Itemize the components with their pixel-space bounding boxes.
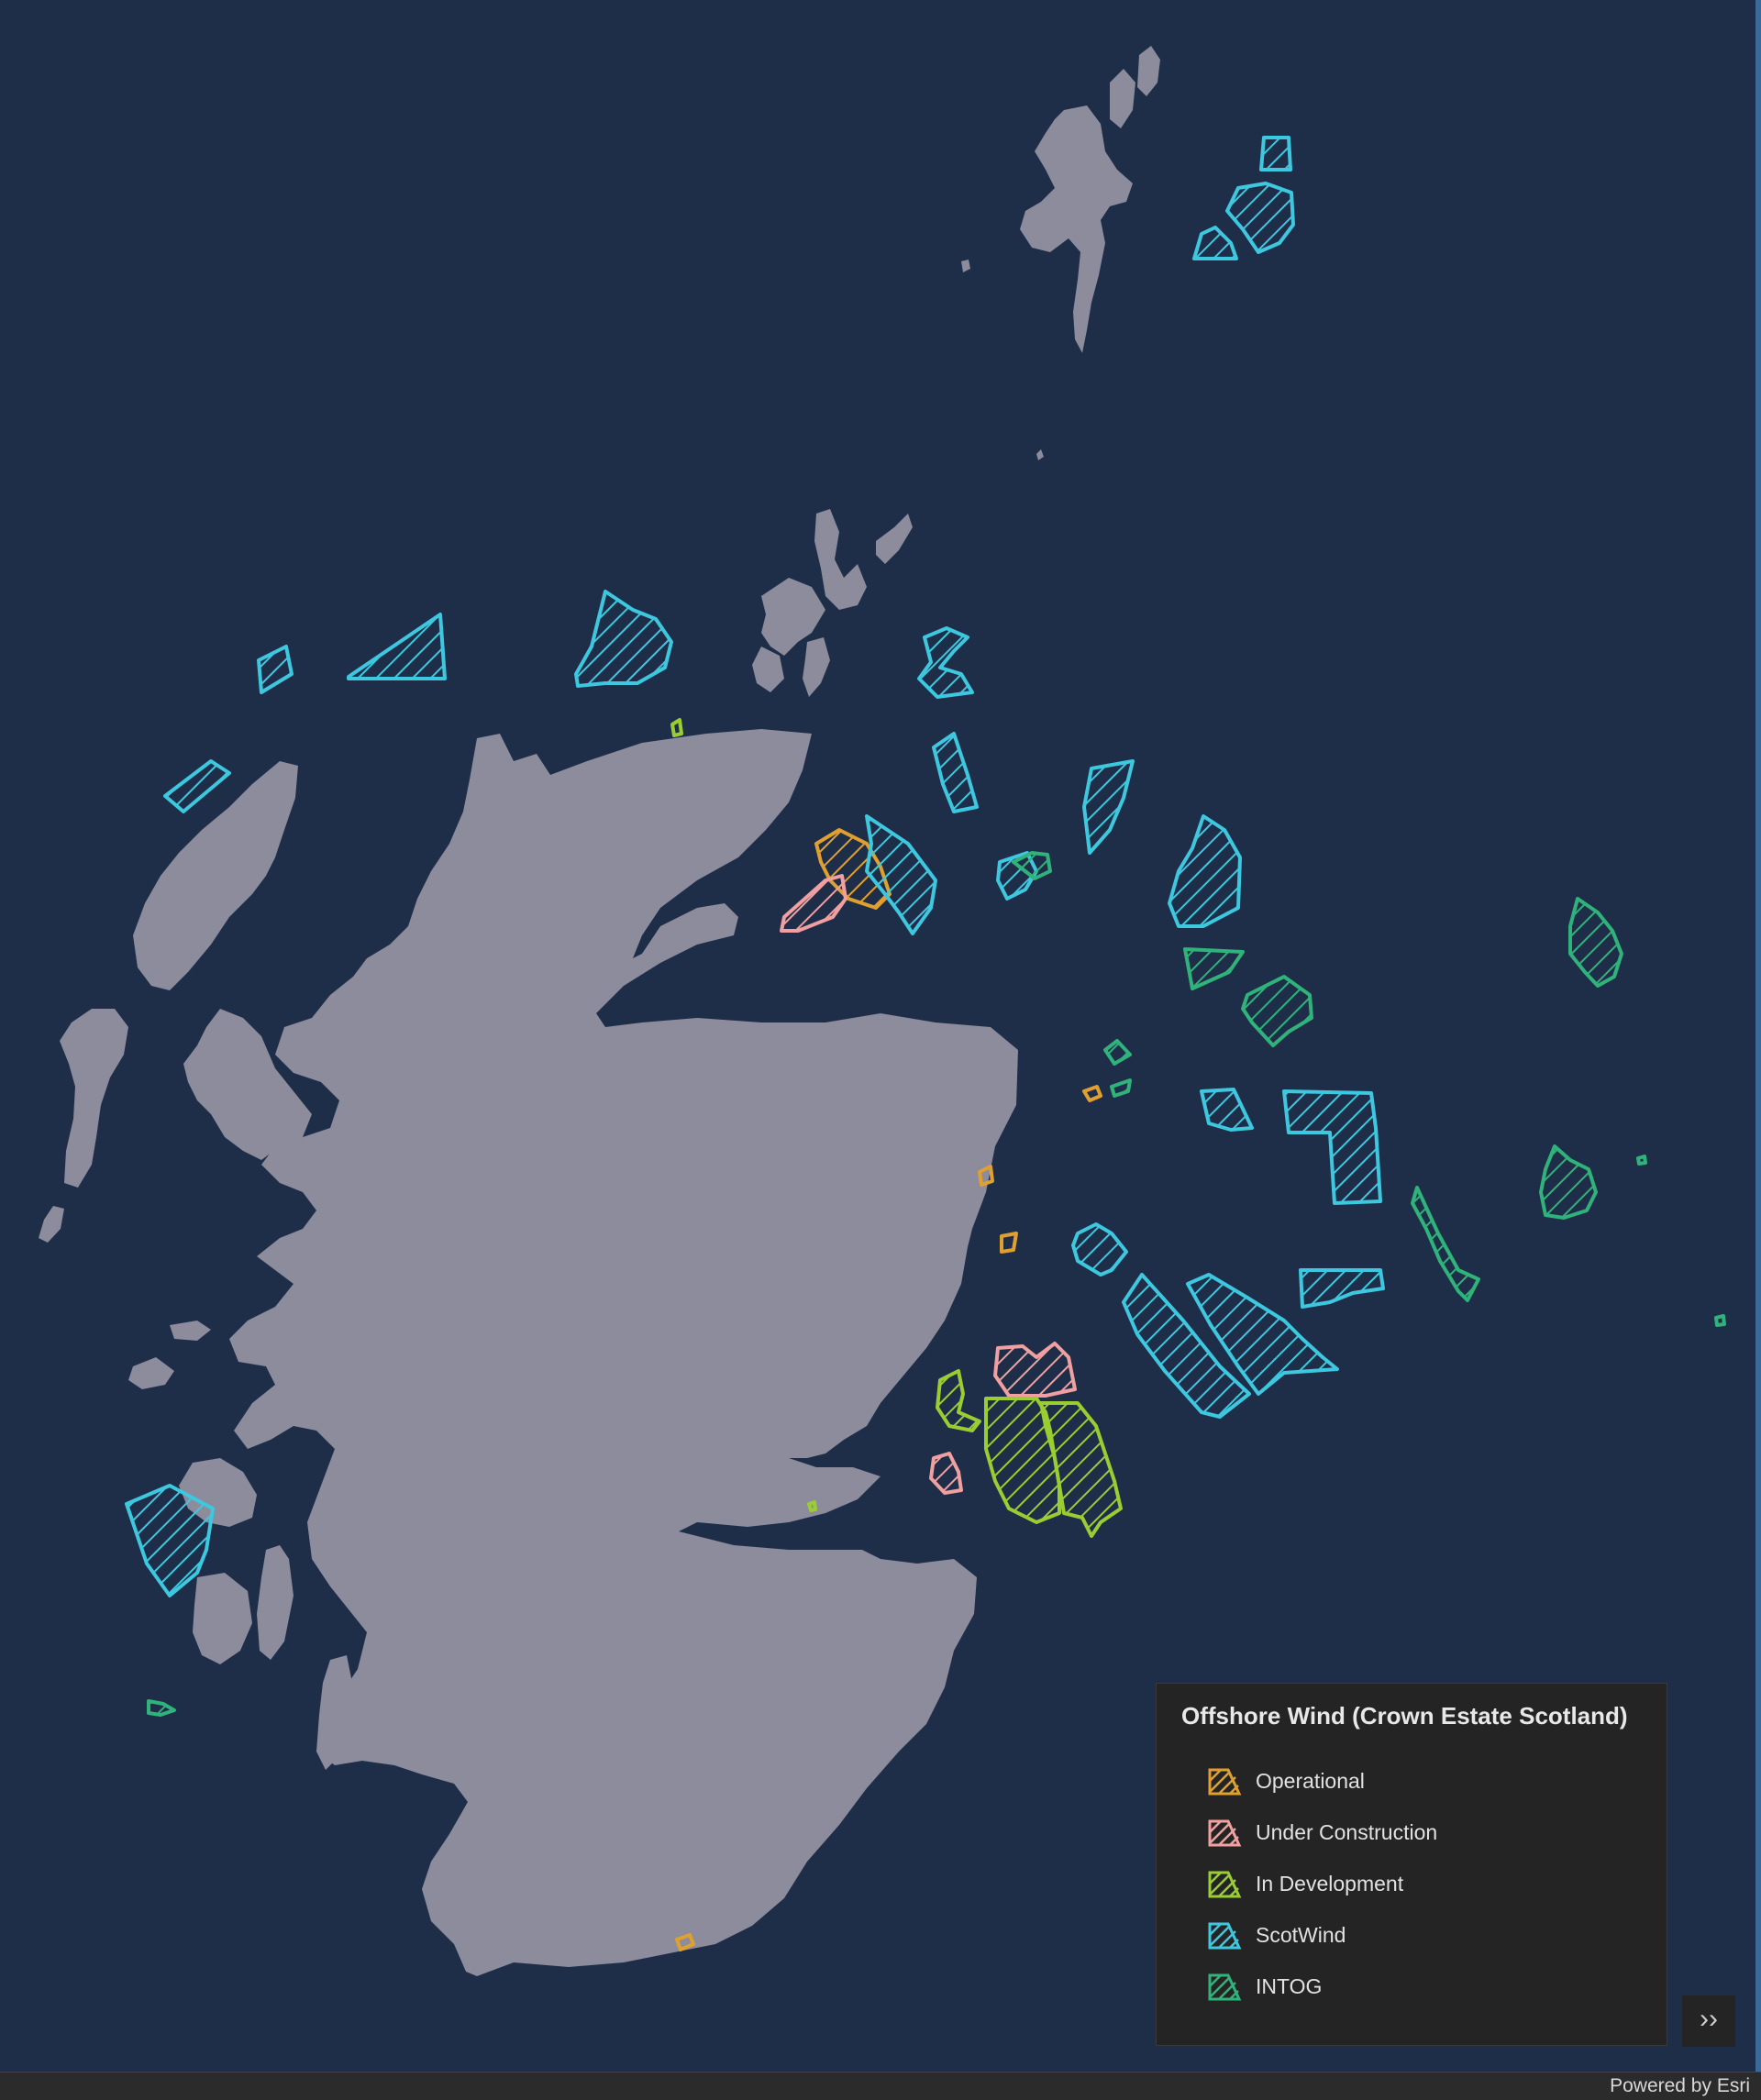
zone-operational[interactable]: [1082, 1085, 1102, 1102]
zone-scotwind[interactable]: [1168, 814, 1242, 928]
zone-scotwind[interactable]: [1299, 1268, 1385, 1309]
shetland-mainland: [1020, 105, 1133, 353]
zone-in-development[interactable]: [670, 718, 683, 737]
legend-item-under-construction: Under Construction: [1206, 1807, 1437, 1858]
legend-items: Operational Under Construction In Develo…: [1206, 1755, 1437, 2012]
unst: [1137, 46, 1160, 96]
map-edge-strip: [1755, 0, 1761, 2072]
orkney-north-isles: [814, 509, 867, 610]
in-development-swatch-icon: [1208, 1871, 1242, 1898]
legend-item-scotwind: ScotWind: [1206, 1909, 1437, 1961]
legend-label-intog: INTOG: [1256, 1973, 1323, 1998]
zone-intog[interactable]: [1183, 947, 1245, 990]
legend-label-operational: Operational: [1256, 1768, 1365, 1793]
zone-intog[interactable]: [1411, 1186, 1480, 1302]
zone-scotwind[interactable]: [1225, 182, 1295, 254]
scotwind-swatch-icon: [1208, 1922, 1242, 1950]
legend-panel: Offshore Wind (Crown Estate Scotland) Op…: [1156, 1683, 1667, 2046]
zone-scotwind[interactable]: [1259, 136, 1292, 171]
hoy: [752, 647, 784, 692]
legend-item-intog: INTOG: [1206, 1961, 1437, 2012]
fair-isle: [1036, 449, 1044, 460]
zone-under-construction[interactable]: [780, 874, 847, 933]
zone-intog[interactable]: [1539, 1144, 1598, 1220]
south-ronaldsay: [803, 637, 830, 697]
attribution-text[interactable]: Powered by Esri: [1610, 2075, 1750, 2097]
legend-item-in-development: In Development: [1206, 1858, 1437, 1909]
zone-intog[interactable]: [1714, 1314, 1726, 1327]
isle-of-jura: [257, 1545, 294, 1660]
zone-operational[interactable]: [1000, 1232, 1018, 1254]
expand-legend-button[interactable]: ››: [1682, 1995, 1735, 2047]
legend-title: Offshore Wind (Crown Estate Scotland): [1181, 1702, 1628, 1730]
zone-intog[interactable]: [1636, 1155, 1647, 1166]
legend-label-in-development: In Development: [1256, 1871, 1404, 1896]
barra: [39, 1206, 64, 1243]
under-construction-swatch-icon: [1208, 1819, 1242, 1847]
coll-tiree: [170, 1321, 211, 1341]
foula: [961, 260, 970, 272]
zone-scotwind[interactable]: [1282, 1089, 1382, 1205]
zone-intog[interactable]: [1241, 975, 1313, 1047]
zone-scotwind[interactable]: [1082, 759, 1135, 855]
lewis-and-harris: [133, 761, 298, 990]
attribution-bar: Powered by Esri: [0, 2072, 1761, 2100]
zone-intog[interactable]: [1103, 1039, 1132, 1066]
zone-scotwind[interactable]: [865, 814, 937, 935]
zone-scotwind[interactable]: [347, 613, 447, 680]
zone-intog[interactable]: [1110, 1078, 1132, 1098]
zone-scotwind[interactable]: [1192, 226, 1238, 260]
shetland-north: [1110, 69, 1135, 128]
small-isles: [128, 1357, 174, 1389]
orkney-east: [876, 514, 913, 564]
intog-swatch-icon: [1208, 1973, 1242, 2001]
zone-scotwind[interactable]: [163, 759, 231, 813]
zone-scotwind[interactable]: [257, 645, 294, 694]
isle-of-islay: [193, 1573, 252, 1664]
zone-scotwind[interactable]: [917, 626, 974, 699]
zone-scotwind[interactable]: [574, 590, 673, 688]
land-layer: [39, 46, 1160, 1976]
zone-under-construction[interactable]: [993, 1342, 1077, 1398]
legend-item-operational: Operational: [1206, 1755, 1437, 1807]
zone-under-construction[interactable]: [929, 1452, 963, 1495]
operational-swatch-icon: [1208, 1768, 1242, 1796]
zone-scotwind[interactable]: [1071, 1222, 1128, 1277]
uists: [60, 1009, 128, 1188]
zone-scotwind[interactable]: [932, 732, 979, 813]
zone-intog[interactable]: [147, 1699, 176, 1717]
chevron-double-right-icon: ››: [1700, 2004, 1718, 2034]
zone-intog[interactable]: [1568, 897, 1623, 988]
zone-in-development[interactable]: [936, 1369, 981, 1432]
legend-label-scotwind: ScotWind: [1256, 1922, 1346, 1947]
legend-label-under-construction: Under Construction: [1256, 1819, 1438, 1844]
zone-scotwind[interactable]: [1200, 1088, 1254, 1132]
